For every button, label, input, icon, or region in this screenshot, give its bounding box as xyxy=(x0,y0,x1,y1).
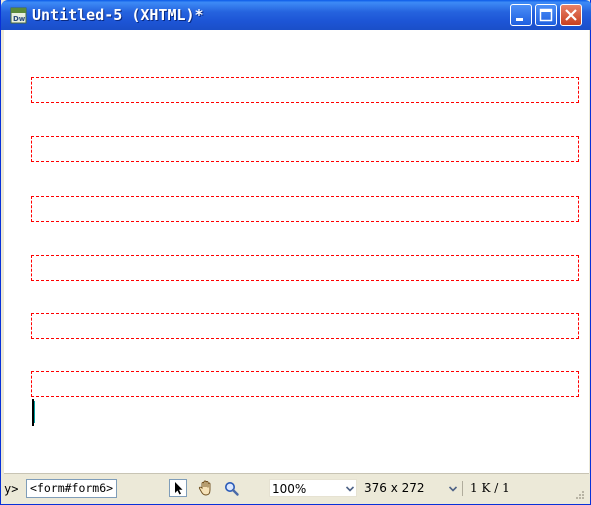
insertion-cursor xyxy=(32,399,35,426)
window-size-label[interactable]: 376 x 272 xyxy=(364,481,425,495)
window-title: Untitled-5 (XHTML)* xyxy=(32,6,204,24)
maximize-button[interactable] xyxy=(535,4,557,26)
maximize-icon xyxy=(539,8,553,22)
window-size-dropdown-icon[interactable] xyxy=(449,486,457,492)
resize-grip-icon[interactable] xyxy=(575,490,585,500)
zoom-value: 100% xyxy=(272,482,307,496)
hand-tool-icon xyxy=(198,480,211,496)
zoom-select[interactable]: 100% xyxy=(269,479,357,497)
form-region[interactable] xyxy=(31,371,579,397)
zoom-tool-button[interactable] xyxy=(222,479,242,498)
form-region[interactable] xyxy=(31,313,579,339)
pointer-tool-icon xyxy=(175,482,183,495)
hand-tool-button[interactable] xyxy=(196,479,216,498)
document-window: Dw Untitled-5 (XHTML)* y> <form#form6> 1… xyxy=(0,0,591,505)
status-bar: y> <form#form6> 100% 376 x 272 1 K / 1 xyxy=(4,473,589,503)
dreamweaver-doc-icon: Dw xyxy=(10,7,27,24)
title-bar[interactable]: Dw Untitled-5 (XHTML)* xyxy=(1,0,591,30)
minimize-button[interactable] xyxy=(510,4,532,26)
chevron-down-icon xyxy=(346,486,354,492)
zoom-tool-icon xyxy=(225,482,239,496)
svg-text:Dw: Dw xyxy=(13,15,26,23)
status-divider xyxy=(462,481,463,496)
tag-selector-body[interactable]: y> xyxy=(4,482,18,496)
pointer-tool-button[interactable] xyxy=(169,479,187,497)
minimize-icon xyxy=(516,18,523,21)
tag-selector-form[interactable]: <form#form6> xyxy=(26,479,118,498)
close-icon xyxy=(565,9,577,21)
form-region[interactable] xyxy=(31,136,579,162)
form-region[interactable] xyxy=(31,196,579,222)
form-region[interactable] xyxy=(31,255,579,281)
form-region[interactable] xyxy=(31,77,579,103)
download-size-label: 1 K / 1 xyxy=(470,481,510,495)
close-button[interactable] xyxy=(560,4,582,26)
design-view[interactable] xyxy=(4,30,589,473)
